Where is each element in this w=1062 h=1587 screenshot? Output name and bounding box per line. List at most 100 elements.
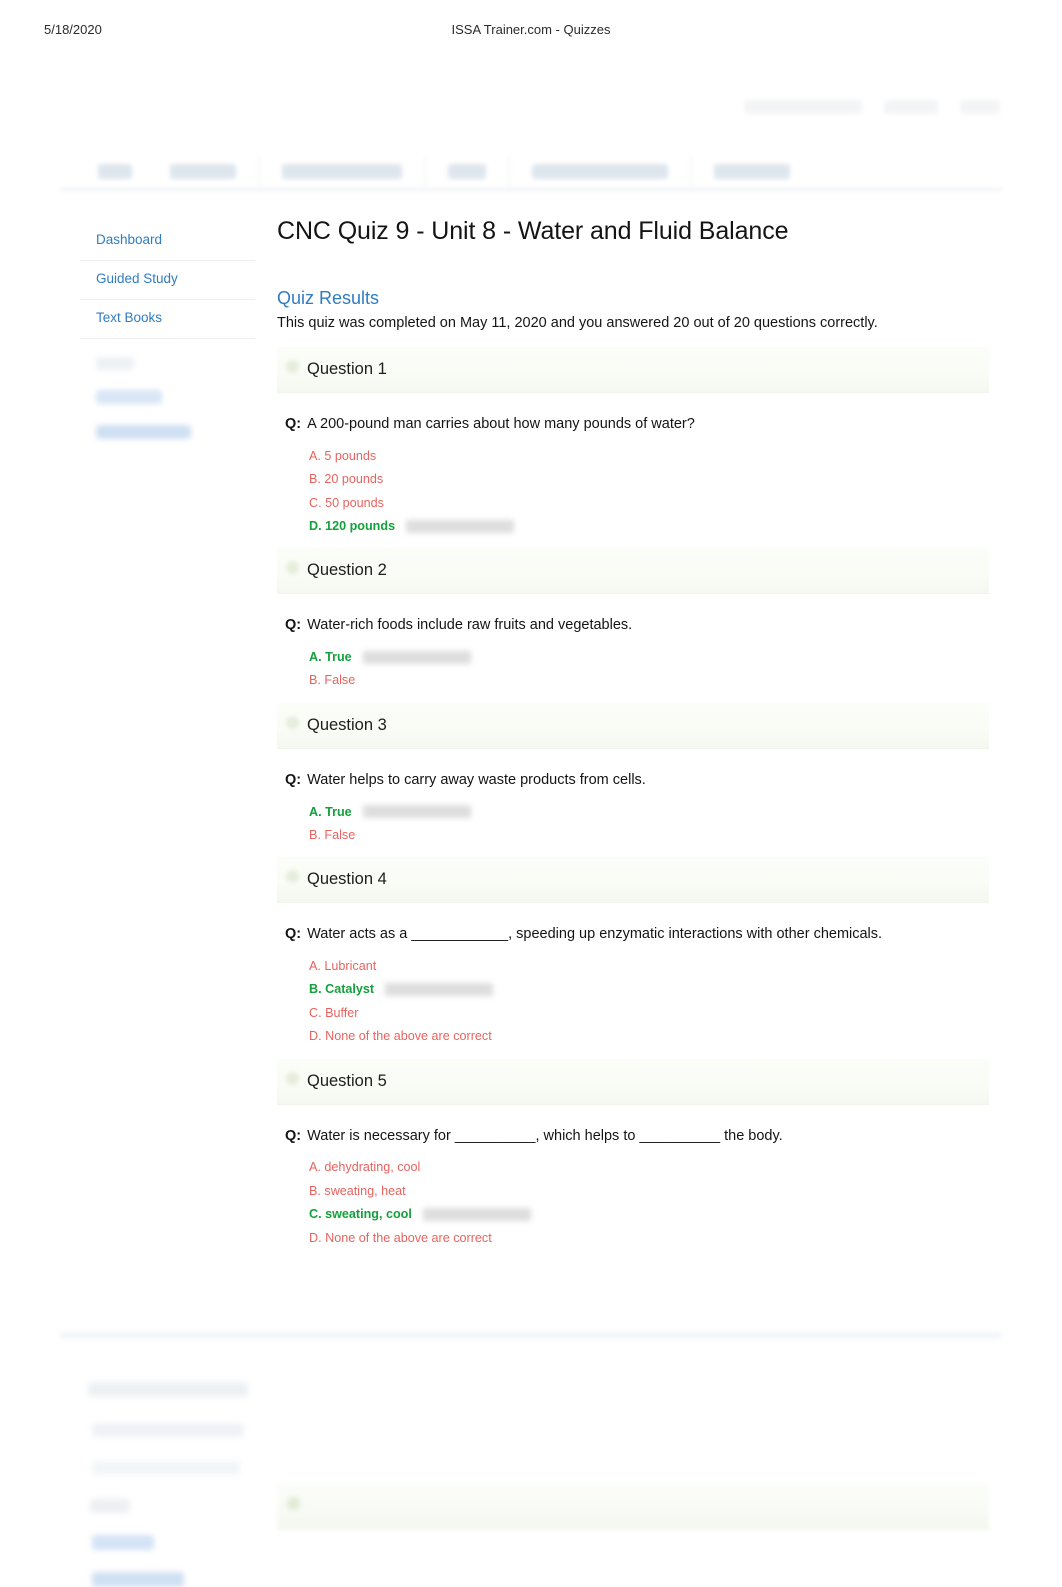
utility-link-3[interactable] [960, 100, 1000, 114]
answer-option-correct: A. True [309, 646, 989, 669]
answer-option: B. False [309, 669, 989, 692]
question-prompt: Q: Water-rich foods include raw fruits an… [285, 616, 989, 636]
page-title: CNC Quiz 9 - Unit 8 - Water and Fluid Ba… [277, 217, 789, 245]
nav-separator-1 [258, 156, 260, 186]
nav-item-5[interactable] [532, 163, 668, 179]
answer-option-label: B. False [309, 827, 356, 842]
answer-option: B. sweating, heat [309, 1180, 989, 1203]
page2-sidebar-item-6[interactable] [92, 1572, 184, 1587]
question-prompt: Q: A 200-pound man carries about how many… [285, 415, 989, 435]
answer-list: A. True B. False [309, 801, 989, 848]
question-tag: Q: [285, 926, 302, 943]
page-break-divider [60, 1332, 1002, 1340]
answer-option-label: D. 120 pounds [309, 518, 396, 533]
question-block: Question 3 Q: Water helps to carry away wa… [277, 702, 989, 858]
question-tag: Q: [285, 771, 302, 788]
answer-status-badge [362, 805, 471, 819]
question-header-label: Question 4 [307, 870, 387, 889]
question-prompt: Q: Water helps to carry away waste produc… [285, 771, 989, 791]
answer-status-badge [406, 519, 515, 533]
answer-option: B. 20 pounds [309, 468, 989, 491]
main-content: CNC Quiz 9 - Unit 8 - Water and Fluid Ba… [277, 216, 989, 1260]
nav-separator-3 [508, 156, 510, 186]
answer-option-label: C. sweating, cool [309, 1207, 412, 1222]
page2-sidebar-item-4[interactable] [90, 1499, 130, 1513]
nav-separator-2 [424, 156, 426, 186]
sidebar-item-faded-2[interactable] [96, 389, 162, 404]
answer-option-label: B. 20 pounds [309, 472, 384, 487]
nav-item-2[interactable] [170, 163, 236, 179]
answer-option-label: B. False [309, 673, 356, 688]
answer-status-badge [362, 650, 471, 664]
question-block: Question 1 Q: A 200-pound man carries abou… [277, 347, 989, 548]
nav-item-4[interactable] [448, 163, 486, 179]
page2-question-header [277, 1483, 989, 1530]
sidebar-item-text-books[interactable]: Text Books [80, 300, 255, 339]
page2-sidebar [80, 1372, 258, 1587]
answer-option-correct: B. Catalyst [309, 978, 989, 1001]
question-header: Question 5 [277, 1058, 989, 1105]
answer-option: C. 50 pounds [309, 492, 989, 515]
sidebar-item-faded-1[interactable] [96, 356, 134, 370]
question-body: Q: Water is necessary for __________, whi… [277, 1105, 989, 1260]
sidebar-item-dashboard[interactable]: Dashboard [80, 222, 255, 261]
question-block: Question 2 Q: Water-rich foods include raw… [277, 548, 989, 703]
answer-list: A. 5 pounds B. 20 pounds C. 50 pounds D. 12… [309, 445, 989, 539]
answer-option-label: A. 5 pounds [309, 448, 377, 463]
answer-option-label: A. True [309, 804, 352, 819]
answer-option-label: B. Catalyst [309, 982, 375, 997]
answer-option: A. Lubricant [309, 955, 989, 978]
utility-link-2[interactable] [884, 100, 938, 114]
question-bullet-icon [286, 360, 299, 373]
answer-option-label: A. Lubricant [309, 959, 377, 973]
answer-option-label: D. None of the above are correct [309, 1230, 492, 1245]
question-prompt-text: A 200-pound man carries about how many p… [307, 416, 695, 432]
answer-list: A. True B. False [309, 646, 989, 693]
question-tag: Q: [285, 416, 302, 432]
nav-item-1[interactable] [98, 163, 132, 179]
answer-option-correct: A. True [309, 801, 989, 824]
question-prompt-text: Water-rich foods include raw fruits and … [307, 617, 633, 634]
page2-sidebar-item-1[interactable] [88, 1382, 248, 1397]
question-header-label: Question 5 [307, 1071, 387, 1090]
nav-item-3[interactable] [282, 163, 402, 179]
question-header: Question 2 [277, 548, 989, 595]
question-header-label: Question 3 [307, 715, 387, 734]
page2-sidebar-item-5[interactable] [92, 1535, 154, 1550]
question-body: Q: A 200-pound man carries about how many… [277, 393, 989, 548]
question-body: Q: Water-rich foods include raw fruits an… [277, 594, 989, 703]
site-chrome [60, 88, 1002, 200]
sidebar-item-faded-3[interactable] [96, 424, 191, 439]
answer-option-label: B. sweating, heat [309, 1183, 406, 1198]
question-header: Question 1 [277, 347, 989, 393]
answer-option: A. dehydrating, cool [309, 1156, 989, 1179]
question-prompt: Q: Water is necessary for __________, whi… [285, 1127, 989, 1147]
answer-list: A. Lubricant B. Catalyst C. Buffer D. None … [309, 955, 989, 1049]
nav-underline [60, 188, 1002, 191]
questions-list: Question 1 Q: A 200-pound man carries abou… [277, 347, 989, 1260]
answer-list: A. dehydrating, cool B. sweating, heat C. … [309, 1156, 989, 1250]
question-prompt: Q: Water acts as a ____________, speeding… [285, 925, 989, 945]
question-bullet-icon [286, 870, 299, 884]
print-header: 5/18/2020 ISSA Trainer.com - Quizzes [0, 22, 1062, 42]
question-body: Q: Water helps to carry away waste produc… [277, 749, 989, 858]
nav-item-6[interactable] [714, 163, 790, 179]
question-prompt-text: Water helps to carry away waste products… [307, 771, 646, 788]
nav-separator-4 [690, 156, 692, 186]
question-bullet-icon [286, 715, 299, 729]
question-bullet-icon [286, 561, 299, 575]
primary-nav[interactable] [60, 150, 1002, 192]
page2-sidebar-item-2[interactable] [92, 1423, 244, 1437]
page2-sidebar-item-3[interactable] [92, 1461, 240, 1475]
sidebar-item-guided-study[interactable]: Guided Study [80, 261, 255, 300]
utility-link-1[interactable] [744, 100, 862, 114]
question-header: Question 3 [277, 702, 989, 749]
utility-links [744, 100, 1000, 114]
answer-option-correct: C. sweating, cool [309, 1203, 989, 1226]
question-bullet-icon [286, 1071, 299, 1085]
question-block: Question 4 Q: Water acts as a ____________… [277, 857, 989, 1058]
question-header-label: Question 1 [307, 360, 387, 378]
answer-option-label: C. 50 pounds [309, 495, 384, 510]
question-header-label: Question 2 [307, 561, 387, 580]
question-header: Question 4 [277, 857, 989, 904]
